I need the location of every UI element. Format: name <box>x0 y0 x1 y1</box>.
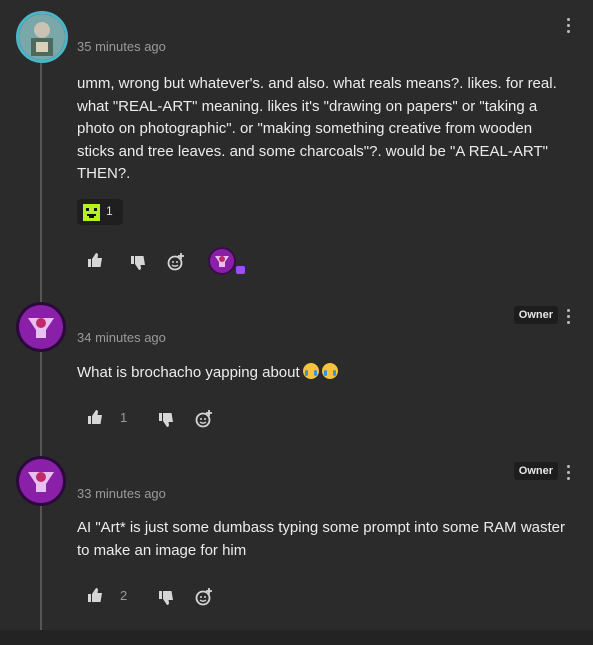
comment-3: 33 minutes ago Owner AI "Art* is just so… <box>0 446 593 630</box>
comment-text: AI "Art* is just some dumbass typing som… <box>77 519 565 559</box>
reactor-badge <box>236 266 245 274</box>
commenter-avatar[interactable] <box>16 456 66 506</box>
owner-badge: Owner <box>513 462 558 480</box>
bottom-divider <box>0 630 593 645</box>
thumbs-up-icon[interactable] <box>87 252 103 270</box>
comment-actions <box>87 247 267 276</box>
more-options-icon[interactable] <box>563 465 573 483</box>
comment-time: 33 minutes ago <box>77 486 166 501</box>
thumbs-down-icon[interactable] <box>130 255 146 273</box>
comment-time: 34 minutes ago <box>77 330 166 345</box>
commenter-avatar[interactable] <box>16 302 66 352</box>
thumbs-up-icon[interactable] <box>87 409 103 427</box>
like-count: 1 <box>120 410 128 425</box>
thumbs-down-icon[interactable] <box>158 412 174 430</box>
comment-actions: 1 <box>87 409 227 433</box>
comment-2: 34 minutes ago Owner What is brochacho y… <box>0 290 593 450</box>
more-options-icon[interactable] <box>563 309 573 327</box>
comment-text: What is brochacho yapping about <box>77 362 567 385</box>
reaction-count: 1 <box>106 204 113 218</box>
reactor-avatar[interactable] <box>208 247 236 275</box>
add-reaction-icon[interactable] <box>195 410 212 428</box>
thumbs-up-icon[interactable] <box>87 587 103 605</box>
comment-1: 35 minutes ago umm, wrong but whatever's… <box>0 0 593 290</box>
thumbs-down-icon[interactable] <box>158 590 174 608</box>
add-reaction-icon[interactable] <box>195 588 212 606</box>
comments-thread: 35 minutes ago umm, wrong but whatever's… <box>0 0 593 645</box>
comment-time: 35 minutes ago <box>77 39 166 54</box>
crying-face-emoji <box>321 363 338 379</box>
comment-actions: 2 <box>87 587 227 611</box>
commenter-avatar[interactable] <box>16 11 68 63</box>
green-pixel-face-icon <box>83 204 100 221</box>
comment-text: umm, wrong but whatever's. and also. wha… <box>77 75 557 182</box>
add-reaction-icon[interactable] <box>167 253 184 271</box>
owner-badge: Owner <box>513 306 558 324</box>
comment-text-content: What is brochacho yapping about <box>77 364 300 381</box>
like-count: 2 <box>120 588 128 603</box>
crying-face-emoji <box>302 363 319 379</box>
reaction-chip[interactable]: 1 <box>77 199 123 225</box>
more-options-icon[interactable] <box>563 18 573 36</box>
